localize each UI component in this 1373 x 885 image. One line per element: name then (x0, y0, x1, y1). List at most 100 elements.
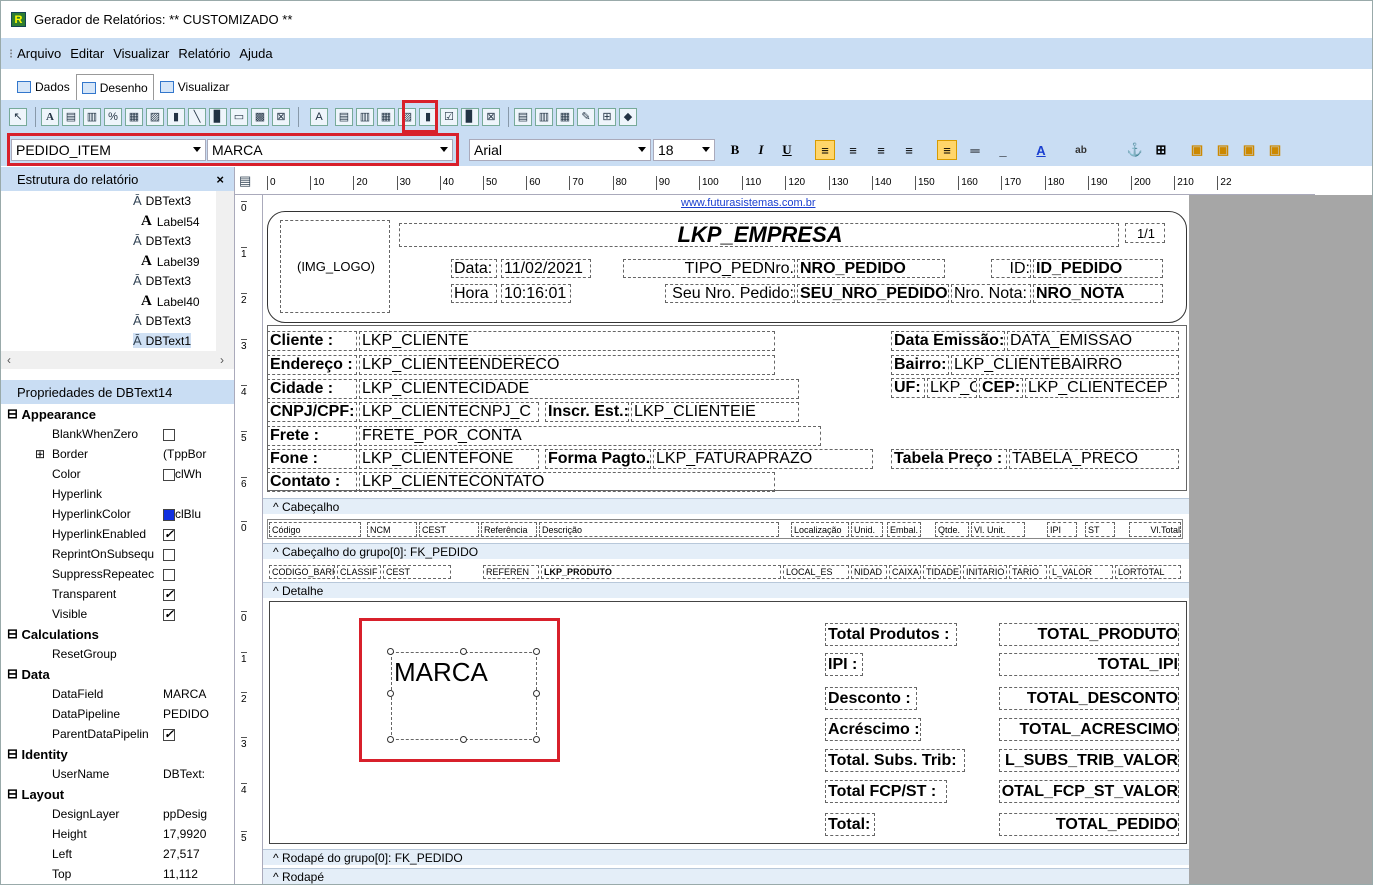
total-acrescimo-label[interactable]: Acréscimo : (825, 718, 921, 741)
tab-visualizar[interactable]: Visualizar (154, 74, 236, 100)
italic-button[interactable]: I (751, 140, 771, 160)
cliente-field[interactable]: LKP_CLIENTE (359, 331, 775, 351)
total-fcp-st-value[interactable]: OTAL_FCP_ST_VALOR (999, 780, 1179, 803)
line-tool-icon[interactable]: ╲ (188, 107, 206, 126)
table-tool-icon[interactable]: ▥ (535, 107, 553, 126)
total-acrescimo-value[interactable]: TOTAL_ACRESCIMO (999, 718, 1179, 741)
align-right-button[interactable]: ≡ (871, 140, 891, 160)
page-count[interactable]: 1/1 (1125, 223, 1165, 243)
chart-tool-icon[interactable]: ▊ (209, 107, 227, 126)
scroll-left-icon[interactable]: ‹ (7, 353, 11, 367)
detail-classif[interactable]: CLASSIF (337, 565, 381, 579)
menu-arquivo[interactable]: Arquivo (17, 46, 61, 61)
anchor-icon[interactable]: ⚓ (1125, 140, 1145, 160)
tree-scrollbar[interactable] (216, 191, 234, 351)
prop-row[interactable]: ParentDataPipelin (1, 724, 234, 744)
cidade-field[interactable]: LKP_CLIENTECIDADE (359, 379, 799, 399)
prop-value[interactable]: clWh (163, 467, 211, 481)
prop-row[interactable]: ⊞ Border (TppBor (1, 444, 234, 464)
align-left-button[interactable]: ≡ (815, 140, 835, 160)
band-grupo-header[interactable]: ^ Cabeçalho do grupo[0]: FK_PEDIDO (263, 543, 1189, 559)
band-detalhe[interactable]: ^ Detalhe (263, 582, 1189, 598)
detail-valor-total[interactable]: LORTOTAL (1115, 565, 1181, 579)
dbrichtext-tool-icon[interactable]: ▥ (356, 107, 374, 126)
tabela-preco-field[interactable]: TABELA_PRECO (1009, 449, 1179, 469)
page-tool-icon[interactable]: ▦ (556, 107, 574, 126)
col-referencia[interactable]: Referência (481, 522, 537, 537)
tree-item-selected[interactable]: Ā DBText1 (133, 333, 192, 348)
prop-row[interactable]: HyperlinkEnabled (1, 524, 234, 544)
bring-front-icon[interactable]: ▣ (1187, 140, 1207, 160)
frete-label[interactable]: Frete : (267, 426, 357, 446)
col-st[interactable]: ST (1085, 522, 1115, 537)
prop-value[interactable] (163, 427, 211, 441)
forma-pagto-field[interactable]: LKP_FATURAPRAZO (653, 449, 873, 469)
total-desconto-value[interactable]: TOTAL_DESCONTO (999, 687, 1179, 710)
highlight-color-icon[interactable]: ab (1071, 140, 1091, 160)
prop-value[interactable] (163, 567, 211, 581)
menu-ajuda[interactable]: Ajuda (239, 46, 272, 61)
dbmemo-tool-icon[interactable]: ▤ (335, 107, 353, 126)
col-vl-unit[interactable]: Vl. Unit. (971, 522, 1025, 537)
prop-value[interactable] (163, 727, 211, 741)
prop-row[interactable]: Color clWh (1, 464, 234, 484)
col-vl-total[interactable]: Vl.Total (1129, 522, 1181, 537)
col-ipi[interactable]: IPI (1047, 522, 1077, 537)
detail-caixa[interactable]: CAIXA (889, 565, 921, 579)
col-unid[interactable]: Unid. (851, 522, 883, 537)
ruler-units-icon[interactable]: ▤ (239, 173, 251, 189)
nro-nota-label[interactable]: Nro. Nota: (951, 284, 1031, 303)
endereco-field[interactable]: LKP_CLIENTEENDERECO (359, 355, 775, 375)
prop-value[interactable] (163, 607, 211, 621)
prop-value[interactable]: clBlu (163, 507, 211, 521)
emissao-field[interactable]: DATA_EMISSAO (1007, 331, 1179, 351)
tree-item[interactable]: Ā DBText3 (133, 313, 191, 328)
bairro-label[interactable]: Bairro: (891, 355, 949, 375)
bairro-field[interactable]: LKP_CLIENTEBAIRRO (951, 355, 1179, 375)
prop-value[interactable]: (TppBor (163, 447, 211, 461)
checkbox-unchecked-icon[interactable] (163, 568, 175, 581)
detail-st-valor[interactable]: L_VALOR (1049, 565, 1113, 579)
checkbox-checked-icon[interactable] (163, 587, 175, 601)
prop-row[interactable]: Transparent (1, 584, 234, 604)
region-tool-icon[interactable]: ▩ (251, 107, 269, 126)
prop-row[interactable]: HyperlinkColor clBlu (1, 504, 234, 524)
checkbox-unchecked-icon[interactable] (163, 548, 175, 561)
tree-item[interactable]: Ā DBText3 (133, 233, 191, 248)
category-data[interactable]: ⊟ Data (1, 664, 234, 684)
prop-row[interactable]: UserName DBText: (1, 764, 234, 784)
forma-pagto-label[interactable]: Forma Pagto. (545, 449, 651, 469)
nro-nota-field[interactable]: NRO_NOTA (1033, 284, 1163, 303)
tree-item[interactable]: A Label54 (141, 213, 200, 230)
total-fcp-st-label[interactable]: Total FCP/ST : (825, 780, 947, 803)
detail-codigo-barra[interactable]: CODIGO_BARRA (269, 565, 335, 579)
detail-ipi[interactable]: TARIO (1009, 565, 1047, 579)
send-backward-icon[interactable]: ▣ (1265, 140, 1285, 160)
fone-label[interactable]: Fone : (267, 449, 357, 469)
frete-field[interactable]: FRETE_POR_CONTA (359, 426, 821, 446)
col-cest[interactable]: CEST (419, 522, 479, 537)
inscr-field[interactable]: LKP_CLIENTEIE (631, 402, 799, 422)
label-tool-icon[interactable]: A (41, 107, 59, 126)
crosstab-tool-icon[interactable]: ▤ (514, 107, 532, 126)
category-appearance[interactable]: ⊟ Appearance (1, 404, 234, 424)
date-label[interactable]: Data: (451, 259, 497, 278)
contato-label[interactable]: Contato : (267, 472, 357, 492)
total-pedido-label[interactable]: Total: (825, 813, 875, 836)
total-ipi-label[interactable]: IPI : (825, 653, 863, 676)
col-ncm[interactable]: NCM (367, 522, 417, 537)
band-cabecalho[interactable]: ^ Cabeçalho (263, 498, 1189, 514)
prop-row[interactable]: ResetGroup (1, 644, 234, 664)
font-select[interactable]: Arial (469, 139, 651, 161)
total-produtos-value[interactable]: TOTAL_PRODUTO (999, 623, 1179, 646)
barcode-tool-icon[interactable]: ▮ (167, 107, 185, 126)
cidade-label[interactable]: Cidade : (267, 379, 357, 399)
prop-value[interactable] (163, 547, 211, 561)
dbcheckbox-tool-icon[interactable]: ☑ (440, 107, 458, 126)
logo-image[interactable]: (IMG_LOGO) (280, 220, 390, 313)
band-rodape-grupo[interactable]: ^ Rodapé do grupo[0]: FK_PEDIDO (263, 849, 1189, 865)
border-icon[interactable]: ⊞ (1151, 140, 1171, 160)
total-ipi-value[interactable]: TOTAL_IPI (999, 653, 1179, 676)
subreport-tool-icon[interactable]: ⊠ (272, 107, 290, 126)
font-size-select[interactable]: 18 (653, 139, 715, 161)
